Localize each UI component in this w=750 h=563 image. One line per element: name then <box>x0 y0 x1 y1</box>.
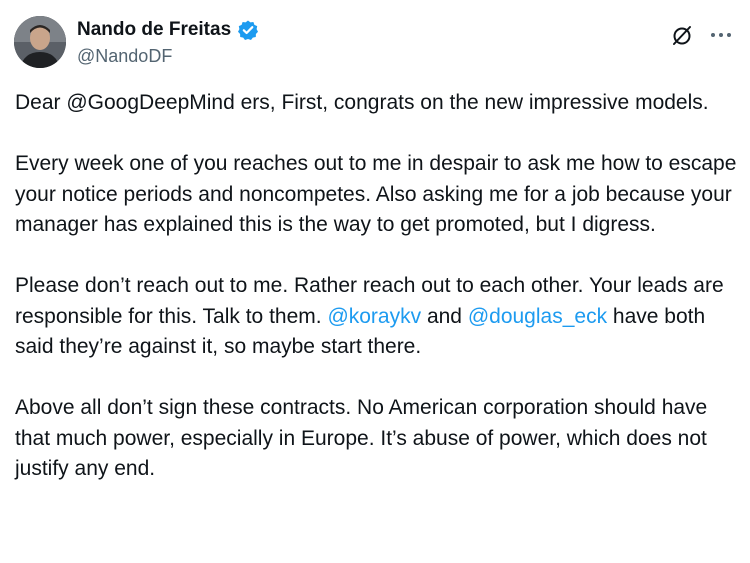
tweet-body: Dear @GoogDeepMind ers, First, congrats … <box>15 88 740 515</box>
author-handle[interactable]: @NandoDF <box>77 46 172 67</box>
display-name[interactable]: Nando de Freitas <box>77 19 231 41</box>
author-name-row: Nando de Freitas <box>77 19 259 41</box>
verified-badge-icon <box>237 19 259 41</box>
mention-link[interactable]: @koraykv <box>327 305 421 328</box>
avatar[interactable] <box>14 16 66 68</box>
tweet-paragraph: Every week one of you reaches out to me … <box>15 152 737 236</box>
mention-link[interactable]: @douglas_eck <box>468 305 607 328</box>
tweet-text: and <box>421 304 468 328</box>
tweet-paragraph: Dear @GoogDeepMind ers, First, congrats … <box>15 91 709 114</box>
tweet-paragraph: Please don’t reach out to me. Rather rea… <box>15 271 740 363</box>
tweet-card: Nando de Freitas @NandoDF Dear @GoogDeep… <box>0 0 750 563</box>
more-horizontal-icon[interactable] <box>708 24 734 46</box>
tweet-paragraph: Above all don’t sign these contracts. No… <box>15 396 708 480</box>
grok-icon[interactable] <box>670 23 694 47</box>
